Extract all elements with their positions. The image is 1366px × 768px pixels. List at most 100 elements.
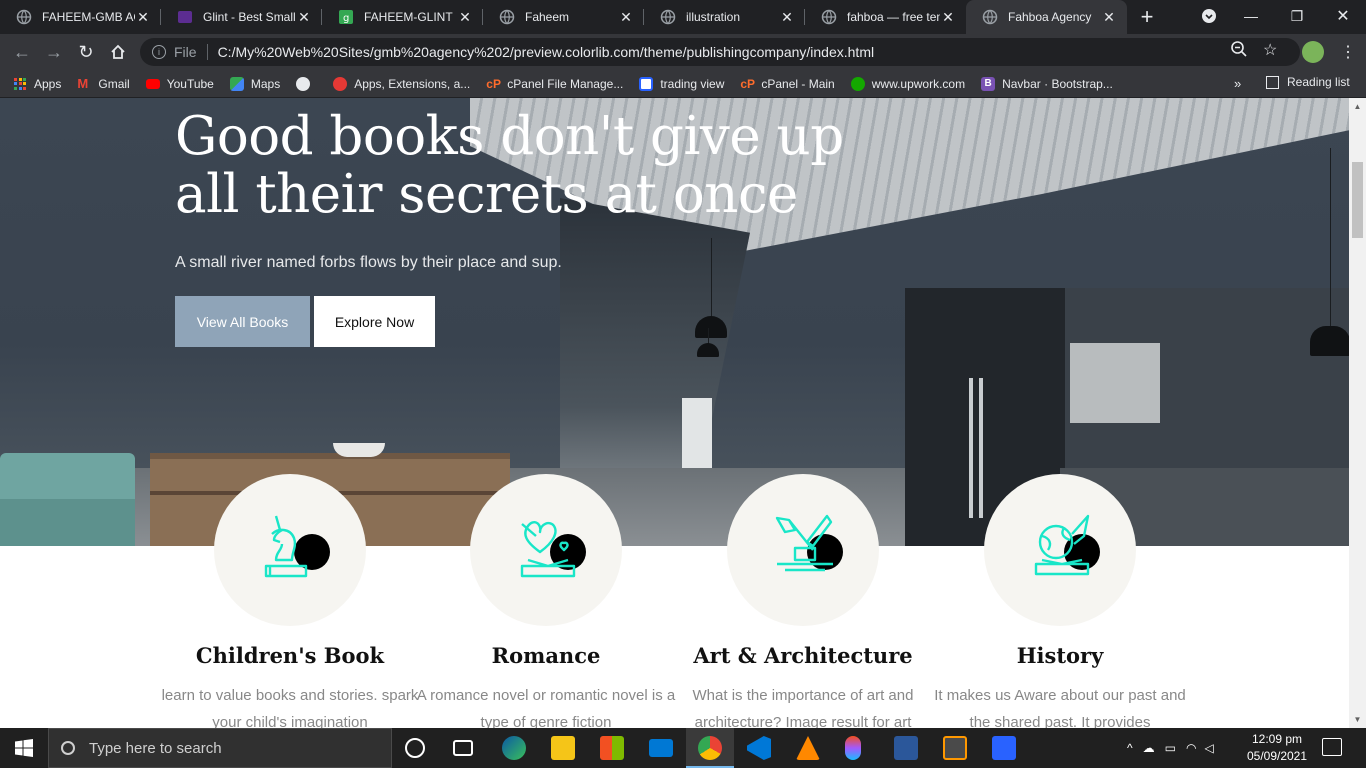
windows-taskbar: Type here to search ^ ☁ ▭ ◠ ◁ 12:09 pm 0…: [0, 728, 1366, 768]
vscode-icon[interactable]: [747, 736, 771, 760]
bookmark-maps[interactable]: Maps: [229, 76, 281, 91]
category-card-art-architecture[interactable]: Art & Architecture What is the importanc…: [673, 474, 933, 728]
hero-content: Good books don't give up all their secre…: [175, 108, 895, 347]
new-tab-button[interactable]: +: [1127, 0, 1167, 34]
vertical-scrollbar[interactable]: ▲ ▼: [1349, 98, 1366, 728]
scroll-up-arrow[interactable]: ▲: [1349, 98, 1366, 115]
close-tab-icon[interactable]: ✕: [135, 9, 151, 26]
category-icon-circle: [727, 474, 879, 626]
bookmark-cpanel-main[interactable]: cP cPanel - Main: [740, 77, 834, 91]
volume-icon[interactable]: ◁: [1204, 741, 1213, 755]
edge-icon[interactable]: [502, 736, 526, 760]
bookmark-globe[interactable]: [296, 76, 317, 91]
url-text[interactable]: C:/My%20Web%20Sites/gmb%20agency%202/pre…: [218, 44, 875, 60]
vlc-icon[interactable]: [796, 736, 820, 760]
taskbar-chrome-active[interactable]: [686, 728, 734, 768]
more-bookmarks-button[interactable]: »: [1234, 76, 1241, 91]
wifi-icon[interactable]: ◠: [1186, 741, 1196, 755]
task-view-icon[interactable]: [453, 740, 473, 756]
notification-center-icon[interactable]: [1322, 738, 1342, 756]
info-icon[interactable]: i: [152, 45, 166, 59]
category-card-childrens[interactable]: Children's Book learn to value books and…: [160, 474, 420, 728]
bookmark-trading-view[interactable]: trading view: [639, 76, 724, 91]
close-window-button[interactable]: ✕: [1320, 0, 1366, 32]
reload-icon[interactable]: ↻: [74, 40, 98, 64]
mail-icon[interactable]: [649, 739, 673, 757]
taskbar-search-box[interactable]: Type here to search: [48, 728, 392, 768]
svg-text:g: g: [343, 13, 349, 24]
close-tab-icon[interactable]: ✕: [1101, 9, 1117, 26]
browser-tab[interactable]: Faheem ✕: [483, 0, 644, 34]
category-title[interactable]: History: [930, 643, 1190, 668]
back-icon[interactable]: ←: [10, 40, 34, 64]
view-all-books-button[interactable]: View All Books: [175, 296, 310, 347]
menu-kebab-icon[interactable]: ⋮: [1340, 42, 1356, 62]
system-clock[interactable]: 12:09 pm 05/09/2021: [1242, 731, 1312, 765]
bookmark-star-icon[interactable]: ☆: [1263, 40, 1277, 60]
bookmark-label: Maps: [250, 76, 281, 91]
browser-tab[interactable]: fahboa — free template ✕: [805, 0, 966, 34]
start-button[interactable]: [0, 728, 48, 768]
gmail-icon: M: [77, 75, 89, 91]
zoom-icon[interactable]: [1230, 40, 1248, 63]
tab-search-icon[interactable]: [1186, 0, 1232, 32]
browser-tab-active[interactable]: Fahboa Agency ✕: [966, 0, 1127, 34]
browser-tab[interactable]: Glint - Best Small ✕: [161, 0, 322, 34]
onedrive-icon[interactable]: ☁: [1143, 741, 1155, 755]
page-viewport: Good books don't give up all their secre…: [0, 98, 1349, 728]
category-title[interactable]: Children's Book: [160, 643, 420, 668]
bookmark-gmail[interactable]: M Gmail: [77, 75, 129, 91]
scroll-down-arrow[interactable]: ▼: [1349, 711, 1366, 728]
bookmark-bootstrap-navbar[interactable]: B Navbar · Bootstrap...: [981, 76, 1113, 91]
toolbar: ← → ↻ i File C:/My%20Web%20Sites/gmb%20a…: [0, 34, 1366, 70]
category-card-romance[interactable]: Romance A romance novel or romantic nove…: [416, 474, 676, 728]
browser-tab[interactable]: g FAHEEM-GLINT ✕: [322, 0, 483, 34]
maps-icon: [229, 76, 244, 91]
category-card-history[interactable]: History It makes us Aware about our past…: [930, 474, 1190, 728]
youtube-icon: [145, 78, 160, 89]
home-icon[interactable]: [106, 40, 130, 64]
store-icon[interactable]: [600, 736, 624, 760]
bookmark-label: Apps: [34, 76, 62, 91]
close-tab-icon[interactable]: ✕: [296, 9, 312, 26]
close-tab-icon[interactable]: ✕: [457, 9, 473, 26]
tradingview-app-icon[interactable]: [992, 736, 1016, 760]
bookmark-apps-extensions[interactable]: Apps, Extensions, a...: [333, 76, 471, 91]
forward-icon[interactable]: →: [42, 40, 66, 64]
cortana-icon[interactable]: [405, 738, 425, 758]
bookmark-upwork[interactable]: www.upwork.com: [850, 76, 965, 91]
apps-grid-icon: [14, 77, 26, 90]
category-title[interactable]: Romance: [416, 643, 676, 668]
close-tab-icon[interactable]: ✕: [779, 9, 795, 26]
globe-icon: [660, 9, 676, 25]
bookmark-youtube[interactable]: YouTube: [145, 77, 214, 91]
glint-icon: g: [338, 9, 354, 25]
cpanel-icon: cP: [486, 76, 501, 91]
category-description: A romance novel or romantic novel is a t…: [416, 687, 676, 728]
browser-tab[interactable]: FAHEEM-GMB AGENCY ✕: [0, 0, 161, 34]
tab-title: Faheem: [525, 10, 570, 24]
bookmark-apps[interactable]: Apps: [14, 77, 61, 91]
category-title[interactable]: Art & Architecture: [673, 643, 933, 668]
maximize-button[interactable]: ❐: [1274, 0, 1320, 32]
explore-now-button[interactable]: Explore Now: [314, 296, 435, 347]
hero-title-line: Good books don't give up: [175, 106, 844, 167]
battery-icon[interactable]: ▭: [1165, 741, 1176, 755]
chevron-up-icon[interactable]: ^: [1127, 741, 1133, 755]
address-bar[interactable]: i File C:/My%20Web%20Sites/gmb%20agency%…: [140, 38, 1300, 66]
browser-tab[interactable]: illustration ✕: [644, 0, 805, 34]
minimize-button[interactable]: —: [1228, 0, 1274, 32]
sublime-icon[interactable]: [943, 736, 967, 760]
close-tab-icon[interactable]: ✕: [940, 9, 956, 26]
figma-icon[interactable]: [845, 736, 861, 760]
bookmark-label: Apps, Extensions, a...: [354, 76, 471, 91]
clock-time: 12:09 pm: [1251, 732, 1303, 746]
word-icon[interactable]: [894, 736, 918, 760]
reading-list-button[interactable]: Reading list: [1266, 75, 1350, 89]
file-explorer-icon[interactable]: [551, 736, 575, 760]
category-description: It makes us Aware about our past and the…: [934, 687, 1186, 728]
close-tab-icon[interactable]: ✕: [618, 9, 634, 26]
bookmark-cpanel-file-manager[interactable]: cP cPanel File Manage...: [486, 77, 623, 91]
profile-avatar[interactable]: [1302, 41, 1324, 63]
scroll-thumb[interactable]: [1352, 162, 1363, 238]
